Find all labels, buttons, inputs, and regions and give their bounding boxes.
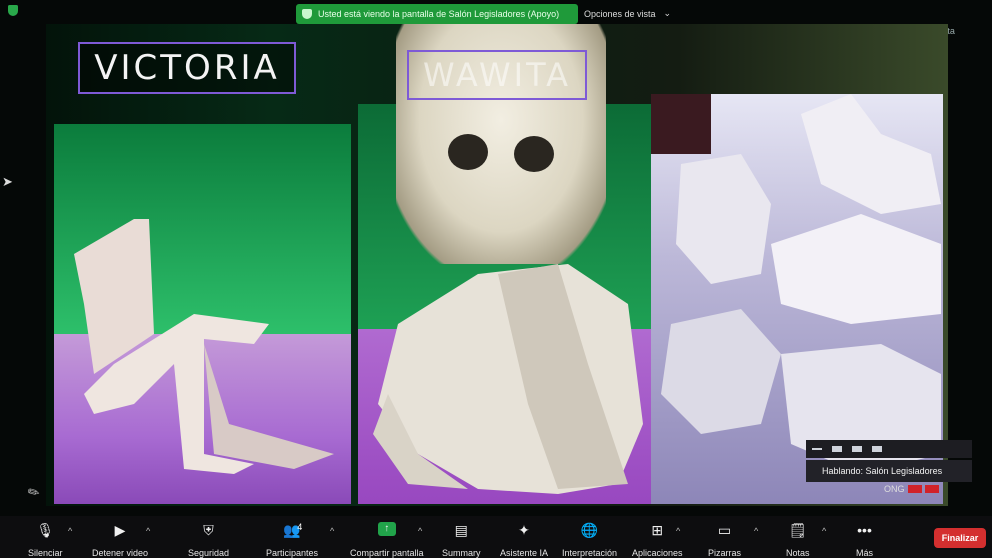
- apps-button[interactable]: ⊞ Aplicaciones: [632, 522, 683, 558]
- notes-label: Notas: [786, 548, 810, 558]
- security-shield-icon: [8, 5, 18, 16]
- layout-side-icon[interactable]: [852, 446, 862, 452]
- apps-icon: ⊞: [651, 522, 664, 538]
- share-screen-icon: ↑: [377, 522, 396, 536]
- ai-assistant-button[interactable]: ✦ Asistente IA: [500, 522, 548, 558]
- whiteboards-label: Pizarras: [708, 548, 742, 558]
- mouse-cursor-icon: ➤: [2, 174, 13, 189]
- interpretation-label: Interpretación: [562, 548, 618, 558]
- globe-icon: 🌐: [580, 522, 599, 538]
- chevron-up-icon[interactable]: ^: [68, 526, 72, 536]
- share-screen-label: Compartir pantalla: [350, 548, 424, 558]
- summary-label: Summary: [442, 548, 481, 558]
- participants-button[interactable]: 👥 4 Participantes: [266, 522, 318, 558]
- notes-icon: 🗒: [788, 522, 807, 538]
- more-icon: •••: [857, 522, 872, 538]
- active-speaker-label: Hablando: Salón Legisladores: [806, 460, 972, 482]
- participants-label: Participantes: [266, 548, 319, 558]
- chevron-up-icon[interactable]: ^: [418, 526, 422, 536]
- view-options-label: Opciones de vista: [584, 8, 656, 19]
- view-options-button[interactable]: Opciones de vista ⌄: [584, 8, 671, 19]
- annotate-pencil-icon[interactable]: ✎: [25, 482, 44, 503]
- end-meeting-button[interactable]: Finalizar: [934, 528, 986, 548]
- mute-button[interactable]: 🎙 Silenciar: [28, 522, 63, 558]
- photo-victoria: [54, 124, 351, 504]
- skull-eye-left: [448, 134, 488, 170]
- mummy-figure-victoria: [74, 219, 334, 474]
- chevron-up-icon[interactable]: ^: [676, 526, 680, 536]
- shared-screen-slide: VICTORIA WAWITA: [46, 24, 948, 506]
- layout-single-icon[interactable]: [832, 446, 842, 452]
- chevron-up-icon[interactable]: ^: [146, 526, 150, 536]
- stop-video-label: Detener video: [92, 548, 149, 558]
- flag-icon: [907, 485, 922, 493]
- whiteboard-icon: ▭: [717, 522, 732, 538]
- microphone-icon: 🎙: [36, 522, 55, 538]
- share-notice-text: Usted está viendo la pantalla de Salón L…: [318, 9, 560, 19]
- screen-share-banner[interactable]: Usted está viendo la pantalla de Salón L…: [296, 4, 578, 24]
- speaker-name-tag: ONG: [884, 484, 939, 494]
- interpretation-button[interactable]: 🌐 Interpretación: [562, 522, 617, 558]
- ai-assistant-label: Asistente IA: [500, 548, 549, 558]
- mute-label: Silenciar: [28, 548, 63, 558]
- security-label: Seguridad: [188, 548, 230, 558]
- ai-sparkle-icon: ✦: [518, 522, 530, 538]
- more-button[interactable]: ••• Más: [856, 522, 873, 558]
- layout-grid-icon[interactable]: [872, 446, 882, 452]
- chevron-up-icon[interactable]: ^: [822, 526, 826, 536]
- video-camera-icon: ▶: [114, 522, 126, 538]
- slide-title-victoria: VICTORIA: [78, 42, 296, 94]
- stop-video-button[interactable]: ▶ Detener video: [92, 522, 148, 558]
- name-tag-text: ONG: [884, 484, 905, 494]
- more-label: Más: [856, 548, 874, 558]
- minimize-icon[interactable]: [812, 448, 822, 450]
- whiteboards-button[interactable]: ▭ Pizarras: [708, 522, 741, 558]
- chevron-up-icon[interactable]: ^: [754, 526, 758, 536]
- shield-icon: [302, 9, 312, 19]
- participants-icon: 👥 4: [283, 522, 303, 538]
- summary-button[interactable]: ▤ Summary: [442, 522, 481, 558]
- summary-icon: ▤: [454, 522, 468, 538]
- security-button[interactable]: ⛨ Seguridad: [188, 522, 229, 558]
- slide-title-wawita: WAWITA: [407, 50, 587, 100]
- mini-window-controls[interactable]: [806, 440, 972, 458]
- skull-eye-right: [514, 136, 554, 172]
- meeting-toolbar: 🎙 Silenciar ^ ▶ Detener video ^ ⛨ Seguri…: [0, 516, 992, 558]
- chevron-down-icon: ⌄: [663, 8, 672, 18]
- apps-label: Aplicaciones: [632, 548, 683, 558]
- notes-button[interactable]: 🗒 Notas: [786, 522, 810, 558]
- flag-icon: [924, 485, 939, 493]
- participant-count: 4: [297, 522, 303, 532]
- shield-icon: ⛨: [203, 522, 214, 538]
- chevron-up-icon[interactable]: ^: [330, 526, 334, 536]
- share-screen-button[interactable]: ↑ Compartir pantalla: [350, 522, 424, 558]
